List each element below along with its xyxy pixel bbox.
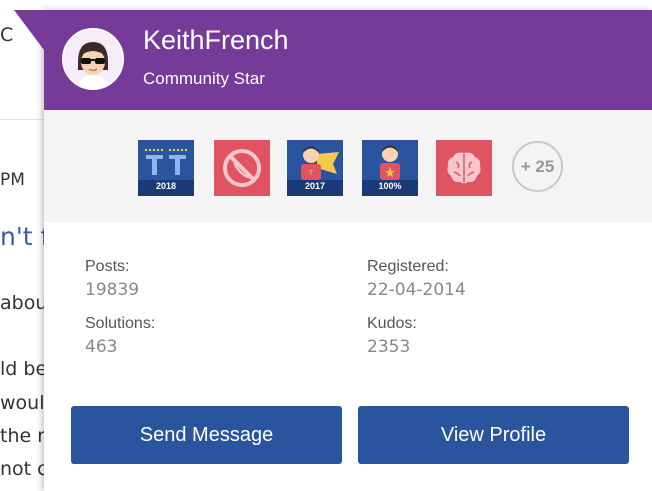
profile-hovercard: KeithFrench Community Star 2018 T 2017 1… (14, 10, 652, 491)
view-profile-button[interactable]: View Profile (358, 406, 629, 464)
badge-year-label: 2018 (155, 181, 177, 191)
background-text: the r (0, 425, 46, 447)
kudos-label: Kudos: (367, 315, 417, 332)
hero-badge-icon[interactable]: 100% (362, 140, 418, 196)
kudos-value: 2353 (367, 337, 411, 357)
badge-strip: 2018 T 2017 100% + 25 (44, 110, 652, 222)
background-divider (0, 119, 44, 120)
background-text: ld be (0, 358, 48, 380)
solutions-label: Solutions: (85, 315, 156, 332)
posts-label: Posts: (85, 258, 130, 275)
more-badges-button[interactable]: + 25 (512, 141, 563, 192)
background-text: C (0, 24, 14, 46)
background-text: woul (0, 392, 45, 414)
ranking-badge-icon[interactable]: 2018 (138, 140, 194, 196)
no-phone-badge-icon[interactable] (214, 140, 270, 196)
hovercard-pointer (14, 10, 44, 50)
background-link[interactable]: n't f (0, 222, 49, 251)
brain-badge-icon[interactable] (436, 140, 492, 196)
username[interactable]: KeithFrench (143, 25, 289, 56)
posts-value: 19839 (85, 280, 140, 300)
profile-header: KeithFrench Community Star (44, 10, 652, 110)
badge-year-label: 2017 (304, 181, 326, 191)
avatar-sunglasses-icon[interactable] (62, 28, 124, 90)
solutions-value: 463 (85, 337, 118, 357)
superhero-badge-icon[interactable]: T 2017 (287, 140, 343, 196)
background-text: abou (0, 292, 48, 314)
send-message-button[interactable]: Send Message (71, 406, 342, 464)
registered-value: 22-04-2014 (367, 280, 466, 300)
registered-label: Registered: (367, 258, 449, 275)
user-rank: Community Star (143, 69, 265, 88)
background-text: not c (0, 458, 48, 480)
badge-percent-label: 100% (378, 181, 402, 191)
background-text: PM (0, 170, 25, 190)
svg-text:T: T (308, 169, 314, 177)
